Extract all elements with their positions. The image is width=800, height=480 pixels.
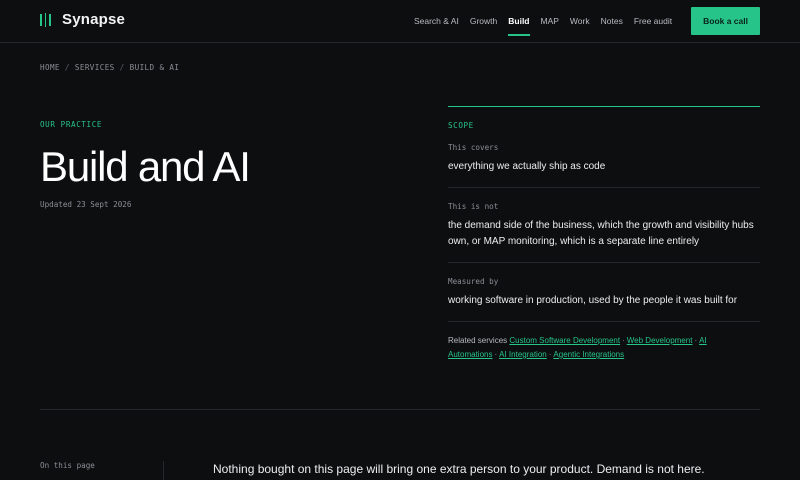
scope-heading: SCOPE [448,121,474,130]
scope-panel: SCOPE This covers everything we actually… [448,106,760,362]
toc-divider [163,461,164,480]
breadcrumb-current: BUILD & AI [129,63,180,72]
related-link-ai-integration[interactable]: AI Integration [499,350,547,359]
top-bar: Synapse Search & AI Growth Build MAP Wor… [0,0,800,43]
hero-kicker: OUR PRACTICE [40,120,103,129]
nav-build[interactable]: Build [508,7,530,36]
scope-row-value: everything we actually ship as code [448,161,606,172]
breadcrumb-home[interactable]: HOME [40,63,60,72]
related-link-web-development[interactable]: Web Development [627,336,693,345]
nav-search-ai[interactable]: Search & AI [414,7,459,35]
bars-icon [40,12,54,27]
toc-label: On this page [40,461,95,470]
brand-logo-link[interactable]: Synapse [40,11,125,28]
nav-notes[interactable]: Notes [601,7,623,35]
nav-work[interactable]: Work [570,7,590,35]
page-title: Build and AI [40,143,251,190]
breadcrumb-services[interactable]: SERVICES [75,63,115,72]
scope-row-label: This is not [448,202,499,211]
scope-row-value: the demand side of the business, which t… [448,220,754,247]
nav-growth[interactable]: Growth [470,7,497,35]
related-link-agentic-integrations[interactable]: Agentic Integrations [553,350,624,359]
scope-row-covers: This covers everything we actually ship … [448,143,760,188]
scope-row-label: This covers [448,143,499,152]
scope-row-measured: Measured by working software in producti… [448,263,760,322]
scope-row-not: This is not the demand side of the busin… [448,188,760,263]
section-divider [40,409,760,410]
related-services: Related services Custom Software Develop… [448,336,707,359]
brand-name: Synapse [62,11,126,28]
nav-map[interactable]: MAP [541,7,559,35]
lede-text: Nothing bought on this page will bring o… [213,462,705,476]
book-call-button[interactable]: Book a call [691,7,760,35]
updated-date: Updated 23 Sept 2026 [40,200,132,209]
breadcrumb: HOME / SERVICES / BUILD & AI [40,63,180,72]
scope-row-label: Measured by [448,277,499,286]
nav-free-audit[interactable]: Free audit [634,7,672,35]
related-label: Related services [448,336,508,345]
related-link-custom-software[interactable]: Custom Software Development [509,336,620,345]
scope-row-value: working software in production, used by … [448,295,738,306]
main-nav: Search & AI Growth Build MAP Work Notes … [403,7,760,36]
